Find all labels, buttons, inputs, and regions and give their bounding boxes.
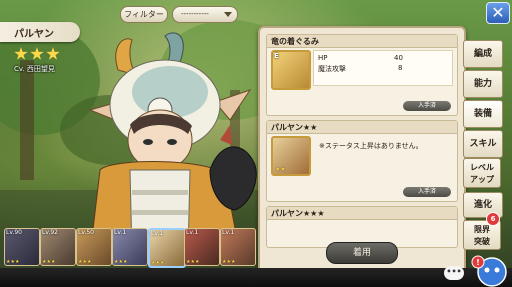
roster-portrait[interactable]: Lv.50 ★★★	[76, 228, 112, 266]
portrait-stars: ★★★	[151, 260, 165, 266]
costume-thumbnail: ★★	[271, 136, 311, 176]
portrait-level: Lv.1	[114, 229, 127, 236]
notification-badge: 6	[486, 212, 500, 226]
portrait-level: Lv.92	[42, 229, 58, 236]
star-icon	[46, 47, 60, 60]
roster-portrait[interactable]: Lv.1 ★★★	[220, 228, 256, 266]
stat-value: 40	[394, 54, 403, 62]
filter-selected-value: -----------	[181, 10, 209, 18]
costume-title: パルヤン★★★	[271, 209, 325, 218]
no-status-note: ※ステータス上昇はありません。	[319, 142, 423, 150]
chat-button[interactable]: •••	[444, 266, 464, 280]
portrait-stars: ★★★	[186, 259, 200, 265]
stat-value: 8	[398, 64, 403, 72]
equipped-marker: E	[274, 52, 279, 60]
portrait-level: Lv.1	[186, 229, 199, 236]
roster-portrait[interactable]: Lv.1 ★★★	[184, 228, 220, 266]
portrait-level: Lv.50	[78, 229, 94, 236]
portrait-level: Lv.1	[151, 230, 164, 237]
tab-level-up[interactable]: レベル アップ	[463, 158, 501, 188]
stat-box: HP 40 魔法攻撃 8	[313, 50, 453, 86]
costume-card[interactable]: 竜の着ぐるみ E HP 40 魔法攻撃 8 入手済	[266, 34, 458, 116]
portrait-level: Lv.90	[6, 229, 22, 236]
portrait-stars: ★★★	[114, 259, 128, 265]
costume-title: 竜の着ぐるみ	[271, 37, 319, 46]
portrait-level: Lv.1	[222, 229, 235, 236]
costume-title: パルヤン★★	[271, 123, 318, 132]
costume-panel: 竜の着ぐるみ E HP 40 魔法攻撃 8 入手済 パルヤン★★ ★★ ※ステー…	[258, 26, 466, 274]
character-name: パルヤン	[14, 29, 54, 40]
portrait-stars: ★★★	[6, 259, 20, 265]
filter-button[interactable]: フィルター	[120, 6, 168, 23]
assistant-mascot-icon[interactable]: !	[470, 254, 510, 287]
tab-formation[interactable]: 編成	[463, 40, 503, 68]
thumbnail-stars: ★★	[275, 166, 286, 173]
stat-name: HP	[318, 54, 328, 62]
star-icon	[14, 47, 28, 60]
close-button[interactable]: ✕	[486, 2, 510, 24]
tab-equipment[interactable]: 装備	[463, 100, 503, 128]
costume-thumbnail: E	[271, 50, 311, 90]
roster-portrait[interactable]: Lv.92 ★★★	[40, 228, 76, 266]
acquired-badge: 入手済	[403, 187, 451, 197]
character-artwork	[88, 32, 257, 255]
equip-button[interactable]: 着用	[326, 242, 398, 264]
roster-portrait-selected[interactable]: Lv.1 ★★★	[148, 228, 186, 268]
roster-portrait[interactable]: Lv.1 ★★★	[112, 228, 148, 266]
stat-name: 魔法攻撃	[318, 65, 346, 73]
voice-actor-credit: Cv. 西田望見	[14, 65, 55, 73]
roster-portrait[interactable]: Lv.90 ★★★	[4, 228, 40, 266]
acquired-badge: 入手済	[403, 101, 451, 111]
portrait-stars: ★★★	[78, 259, 92, 265]
portrait-stars: ★★★	[42, 259, 56, 265]
bottom-bar	[0, 268, 512, 287]
portrait-stars: ★★★	[222, 259, 236, 265]
costume-card[interactable]: パルヤン★★ ★★ ※ステータス上昇はありません。 入手済	[266, 120, 458, 202]
rarity-stars	[14, 46, 62, 65]
svg-text:!: !	[476, 258, 480, 267]
tab-skill[interactable]: スキル	[463, 130, 503, 158]
character-nameplate: パルヤン	[0, 22, 80, 42]
star-icon	[30, 47, 44, 60]
tab-ability[interactable]: 能力	[463, 70, 503, 98]
filter-dropdown[interactable]: -----------	[172, 6, 238, 23]
chevron-down-icon	[224, 12, 232, 17]
close-icon: ✕	[491, 3, 505, 22]
character-roster: Lv.90 ★★★ Lv.92 ★★★ Lv.50 ★★★ Lv.1 ★★★ L…	[0, 228, 258, 268]
